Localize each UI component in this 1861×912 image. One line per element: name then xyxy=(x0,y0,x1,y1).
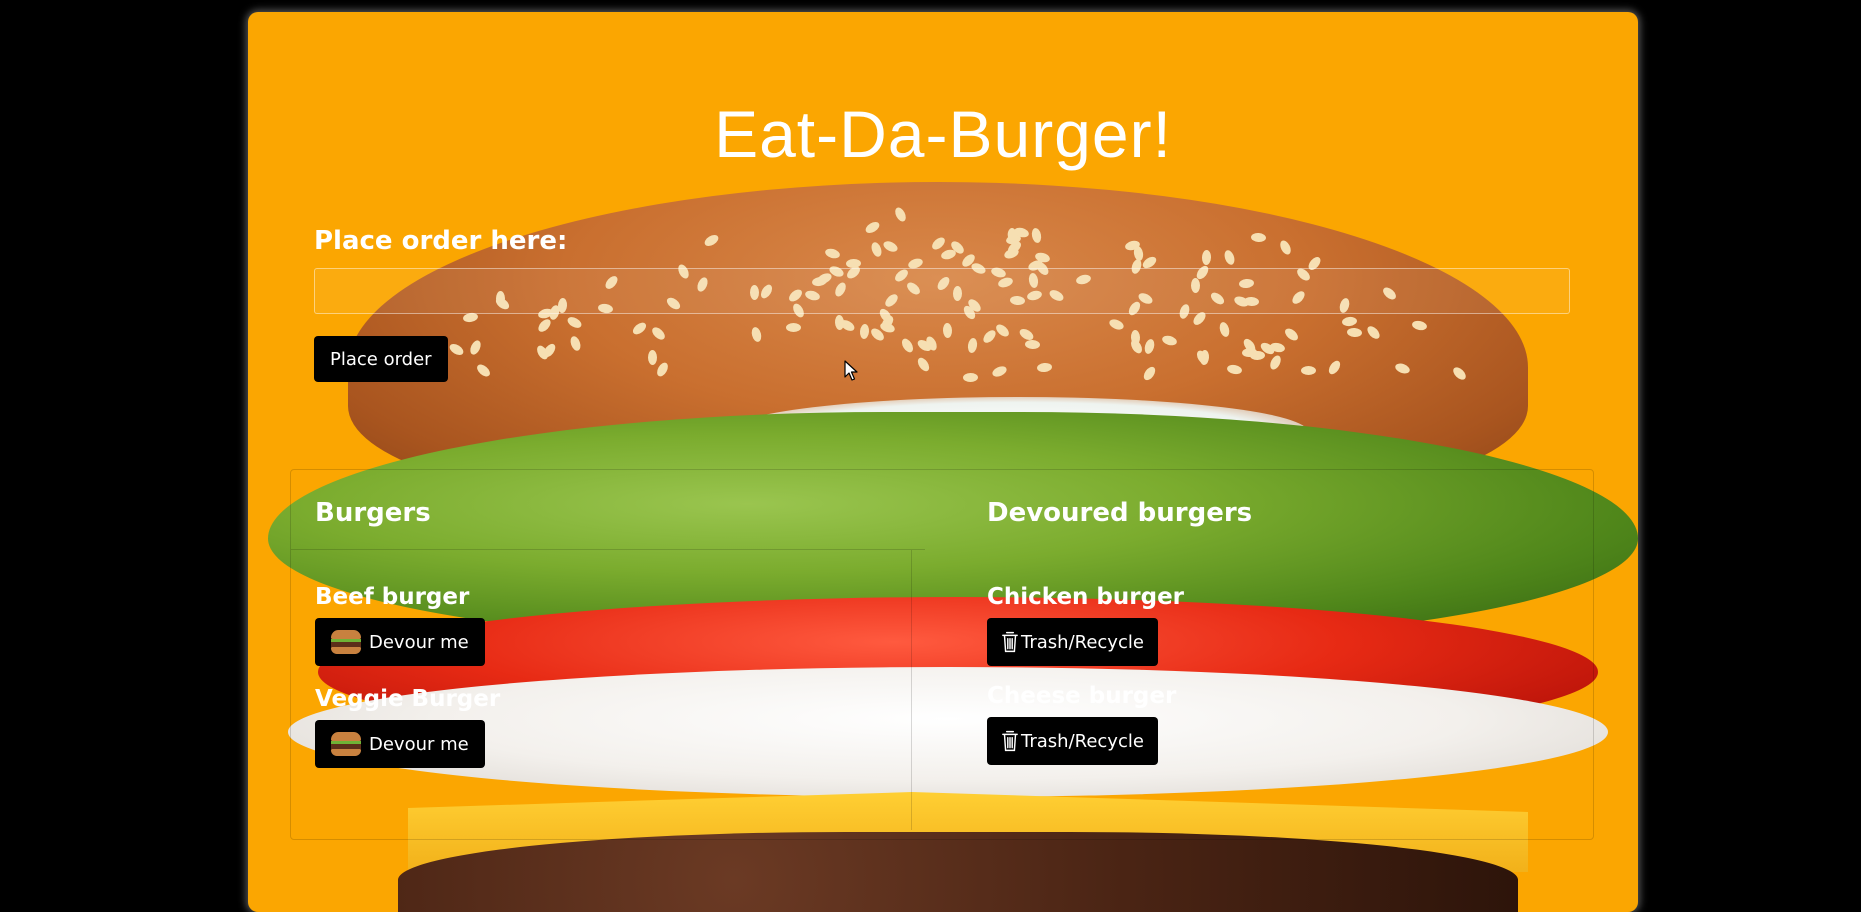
sesame-seed xyxy=(1341,316,1358,328)
sesame-seed xyxy=(1268,353,1283,372)
sesame-seed xyxy=(859,323,871,340)
devour-button[interactable]: Devour me xyxy=(315,618,485,666)
trash-recycle-button[interactable]: Trash/Recycle xyxy=(987,618,1158,666)
sesame-seed xyxy=(990,364,1008,380)
sesame-seed xyxy=(1142,337,1156,355)
sesame-seed xyxy=(962,373,978,383)
patty-layer xyxy=(398,832,1518,912)
sesame-seed xyxy=(650,325,668,343)
devour-label: Devour me xyxy=(369,631,469,653)
sesame-seed xyxy=(1250,232,1266,243)
sesame-seed xyxy=(966,337,978,354)
sesame-seed xyxy=(1130,329,1141,345)
trash-recycle-button[interactable]: Trash/Recycle xyxy=(987,717,1158,765)
sesame-seed xyxy=(929,234,947,252)
burger-name: Cheese burger xyxy=(987,683,1177,709)
sesame-seed xyxy=(942,322,953,339)
sesame-seed xyxy=(566,314,584,330)
burger-name: Veggie Burger xyxy=(315,686,501,712)
sesame-seed xyxy=(1394,361,1412,376)
sesame-seed xyxy=(1364,323,1382,341)
mouse-cursor-icon xyxy=(844,360,858,381)
devoured-column: Devoured burgers Chicken burger Trash/Re… xyxy=(987,470,1507,839)
burger-lists-panel: Burgers Beef burger Devour me Veggie Bur… xyxy=(290,469,1594,840)
sesame-seed xyxy=(1218,321,1232,339)
burger-icon xyxy=(331,630,361,654)
main-panel: Eat-Da-Burger! Place order here: Place o… xyxy=(248,12,1638,912)
column-divider xyxy=(911,550,912,830)
sesame-seed xyxy=(474,361,493,379)
burger-name-input[interactable] xyxy=(314,268,1570,314)
sesame-seed xyxy=(881,238,900,254)
sesame-seed xyxy=(1282,325,1300,343)
place-order-label: Place order xyxy=(330,348,432,370)
devour-label: Devour me xyxy=(369,733,469,755)
order-label: Place order here: xyxy=(314,226,568,256)
sesame-seed xyxy=(845,258,862,268)
burger-name: Chicken burger xyxy=(987,584,1185,610)
sesame-seed xyxy=(1201,249,1212,266)
sesame-seed xyxy=(647,350,657,366)
sesame-seed xyxy=(535,317,553,335)
sesame-seed xyxy=(893,205,909,223)
sesame-seed xyxy=(1107,317,1125,333)
sesame-seed xyxy=(1024,339,1040,350)
list-item: Veggie Burger Devour me xyxy=(315,686,500,768)
sesame-seed xyxy=(630,320,649,338)
sesame-seed xyxy=(1300,365,1316,375)
trash-label: Trash/Recycle xyxy=(1021,631,1144,653)
sesame-seed xyxy=(468,338,484,356)
sesame-seed xyxy=(1141,364,1158,382)
trash-label: Trash/Recycle xyxy=(1021,730,1144,752)
burger-name: Beef burger xyxy=(315,584,470,610)
burger-icon xyxy=(331,732,361,756)
trash-icon xyxy=(1002,631,1018,653)
burgers-column: Burgers Beef burger Devour me Veggie Bur… xyxy=(291,470,925,839)
page-title: Eat-Da-Burger! xyxy=(714,97,1172,171)
sesame-seed xyxy=(863,220,882,236)
sesame-seed xyxy=(900,337,916,355)
sesame-seed xyxy=(839,317,857,333)
place-order-button[interactable]: Place order xyxy=(314,336,448,382)
sesame-seed xyxy=(1030,226,1043,244)
trash-icon xyxy=(1002,730,1018,752)
sesame-seed xyxy=(869,240,884,258)
list-item: Cheese burger Trash/Recycle xyxy=(987,683,1176,765)
sesame-seed xyxy=(447,341,466,357)
sesame-seed xyxy=(1451,364,1469,382)
sesame-seed xyxy=(980,328,998,346)
sesame-seed xyxy=(1036,361,1053,373)
sesame-seed xyxy=(750,326,763,344)
sesame-seed xyxy=(823,247,841,261)
sesame-seed xyxy=(1278,238,1294,257)
sesame-seed xyxy=(1199,350,1210,366)
sesame-seed xyxy=(1326,358,1343,377)
list-item: Chicken burger Trash/Recycle xyxy=(987,584,1184,666)
sesame-seed xyxy=(1223,248,1237,266)
devoured-heading: Devoured burgers xyxy=(987,498,1253,528)
sesame-seed xyxy=(994,321,1012,339)
list-item: Beef burger Devour me xyxy=(315,584,485,666)
sesame-seed xyxy=(915,356,932,374)
sesame-seed xyxy=(1226,364,1243,376)
sesame-seed xyxy=(1411,319,1428,332)
sesame-seed xyxy=(655,361,671,379)
devour-button[interactable]: Devour me xyxy=(315,720,485,768)
burgers-heading: Burgers xyxy=(315,498,431,528)
sesame-seed xyxy=(568,335,583,353)
sesame-seed xyxy=(785,323,801,333)
sesame-seed xyxy=(1160,334,1178,347)
sesame-seed xyxy=(940,247,958,261)
sesame-seed xyxy=(702,233,721,249)
sesame-seed xyxy=(1346,327,1363,338)
divider xyxy=(291,549,925,550)
